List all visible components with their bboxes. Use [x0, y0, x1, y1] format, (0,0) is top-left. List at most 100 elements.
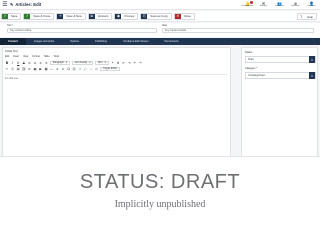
underline-icon[interactable]: U [16, 61, 20, 65]
fullscreen-icon[interactable]: ⤢ [83, 67, 87, 71]
paragraph-select-label: Paragraph [52, 61, 64, 64]
italic-icon[interactable]: I [11, 61, 15, 65]
menu-table[interactable]: Table [44, 55, 50, 58]
user-actions-label: User Actions [275, 6, 284, 7]
alias-field[interactable]: key-content-article [162, 28, 314, 33]
unchecked-items-label: Unchecked Items [241, 6, 254, 7]
editor-body[interactable]: For that one... [5, 74, 228, 156]
close-button[interactable]: ✕ Close [173, 12, 195, 20]
image-icon[interactable]: ▣ [33, 67, 37, 71]
category-label: Category * [245, 67, 258, 70]
font-family-select[interactable]: Font Family ▾ [71, 60, 94, 65]
multilingual-label: Multilingual [291, 6, 300, 7]
save-close-button[interactable]: ✓ Save & Close [23, 12, 55, 20]
align-right-icon[interactable]: ≡ [39, 61, 43, 65]
save-new-label: Save & New [66, 14, 82, 18]
paragraph-select[interactable]: Paragraph ▾ [49, 60, 71, 65]
category-value: Uncategorised [248, 74, 265, 77]
save-label: Save [11, 14, 18, 18]
emoticon-icon[interactable]: ☺ [72, 67, 76, 71]
header-actions: 🔔 Unchecked Items ✉ Messages 👥 User Acti… [241, 0, 318, 10]
menu-icon[interactable]: ☰ [0, 0, 10, 10]
tab-permissions[interactable]: Permissions [156, 38, 186, 45]
title-label: Title * [7, 24, 14, 27]
align-left-icon[interactable]: ≡ [27, 61, 31, 65]
numbered-list-icon[interactable]: # [116, 61, 120, 65]
indent-icon[interactable]: ⇥ [127, 61, 131, 65]
bullet-list-icon[interactable]: • [110, 61, 114, 65]
strikethrough-icon[interactable]: S [22, 61, 26, 65]
user-actions-button[interactable]: 👥 User Actions [273, 1, 286, 10]
editor-label: Article Text [5, 50, 18, 53]
help-label: Help [307, 14, 313, 19]
menu-view[interactable]: View [23, 55, 28, 58]
menu-insert[interactable]: Insert [13, 55, 19, 58]
multilingual-button[interactable]: ⊕ Multilingual [289, 1, 302, 10]
versions-label: Versions [97, 14, 109, 18]
chevron-down-icon: ▾ [104, 61, 106, 64]
code-icon[interactable]: ‹› [78, 67, 82, 71]
outdent-icon[interactable]: ⇤ [122, 61, 126, 65]
category-select[interactable]: Uncategorised ▾ [245, 72, 316, 79]
header-bar: ☰ ✎ Articles: Edit 🔔 Unchecked Items ✉ M… [0, 0, 320, 10]
paste-icon[interactable]: ▤ [16, 67, 20, 71]
justify-icon[interactable]: ≡ [44, 61, 48, 65]
subscript-icon[interactable]: x [55, 67, 59, 71]
messages-label: Messages [259, 6, 268, 7]
copy-icon[interactable]: ⎘ [11, 67, 15, 71]
table-icon[interactable]: ▦ [44, 67, 48, 71]
user-menu-button[interactable]: 👤 User Menu [305, 1, 318, 10]
format-toolbar-row-2: ✂ ⎘ ▤ ⛓ ⊘ ▣ ▶ ▦ ― x x Ω ☺ ‹› ⤢ ⌕ ⎙ Toggl… [5, 66, 121, 71]
tab-images-links[interactable]: Images and Links [26, 38, 62, 45]
save-copy-label: Save as Copy [150, 14, 168, 18]
title-alias-section: Title * Key content article Alias key-co… [0, 23, 320, 37]
slide-subtitle: Implicitly unpublished [114, 199, 206, 210]
messages-button[interactable]: ✉ Messages [257, 1, 270, 10]
redo-icon[interactable]: ↷ [138, 61, 142, 65]
tab-publishing[interactable]: Publishing [87, 38, 115, 45]
tab-content[interactable]: Content [0, 38, 26, 45]
font-size-select[interactable]: Size ▾ [95, 60, 109, 65]
bold-icon[interactable]: B [5, 61, 9, 65]
editor-menubar: Edit Insert View Format Table Tools [5, 55, 59, 58]
hr-icon[interactable]: ― [50, 67, 54, 71]
save-new-button[interactable]: + Save & New [56, 12, 86, 20]
search-icon[interactable]: ⌕ [89, 67, 93, 71]
close-label: Close [183, 14, 191, 18]
chevron-down-icon: ▾ [309, 56, 315, 63]
page-title: ✎ Articles: Edit [10, 2, 41, 7]
status-label: Status [245, 51, 253, 54]
menu-format[interactable]: Format [32, 55, 40, 58]
title-field[interactable]: Key content article [7, 28, 157, 33]
link-icon[interactable]: ⛓ [22, 67, 26, 71]
status-select[interactable]: Draft ▾ [245, 56, 316, 63]
tab-configure-edit-screen[interactable]: Configure Edit Screen [115, 38, 156, 45]
unlink-icon[interactable]: ⊘ [27, 67, 31, 71]
font-size-select-label: Size [98, 61, 103, 64]
status-value: Draft [248, 58, 254, 61]
screenshot-frame: ☰ ✎ Articles: Edit 🔔 Unchecked Items ✉ M… [0, 0, 320, 157]
save-copy-button[interactable]: ⎘ Save as Copy [140, 12, 172, 20]
editor-body-text: For that one... [5, 77, 20, 80]
undo-icon[interactable]: ↶ [133, 61, 137, 65]
toggle-editor-button[interactable]: Toggle Editor [100, 66, 121, 71]
superscript-icon[interactable]: x [61, 67, 65, 71]
action-toolbar: ✓ Save ✓ Save & Close + Save & New ⧉ Ver… [0, 11, 320, 22]
menu-tools[interactable]: Tools [54, 55, 60, 58]
versions-button[interactable]: ⧉ Versions [87, 12, 113, 20]
omega-icon[interactable]: Ω [67, 67, 71, 71]
cut-icon[interactable]: ✂ [5, 67, 9, 71]
preview-button[interactable]: ◉ Preview [114, 12, 139, 20]
save-button[interactable]: ✓ Save [1, 12, 22, 20]
print-icon[interactable]: ⎙ [95, 67, 99, 71]
media-icon[interactable]: ▶ [39, 67, 43, 71]
page-title-text: Articles: Edit [15, 2, 42, 7]
help-button[interactable]: ? Help [297, 13, 317, 20]
pencil-icon: ✎ [10, 2, 14, 7]
tab-options[interactable]: Options [62, 38, 87, 45]
user-menu-label: User Menu [307, 6, 316, 7]
save-close-label: Save & Close [33, 14, 51, 18]
unchecked-items-button[interactable]: 🔔 Unchecked Items [241, 0, 254, 10]
menu-edit[interactable]: Edit [5, 55, 9, 58]
align-center-icon[interactable]: ≡ [33, 61, 37, 65]
